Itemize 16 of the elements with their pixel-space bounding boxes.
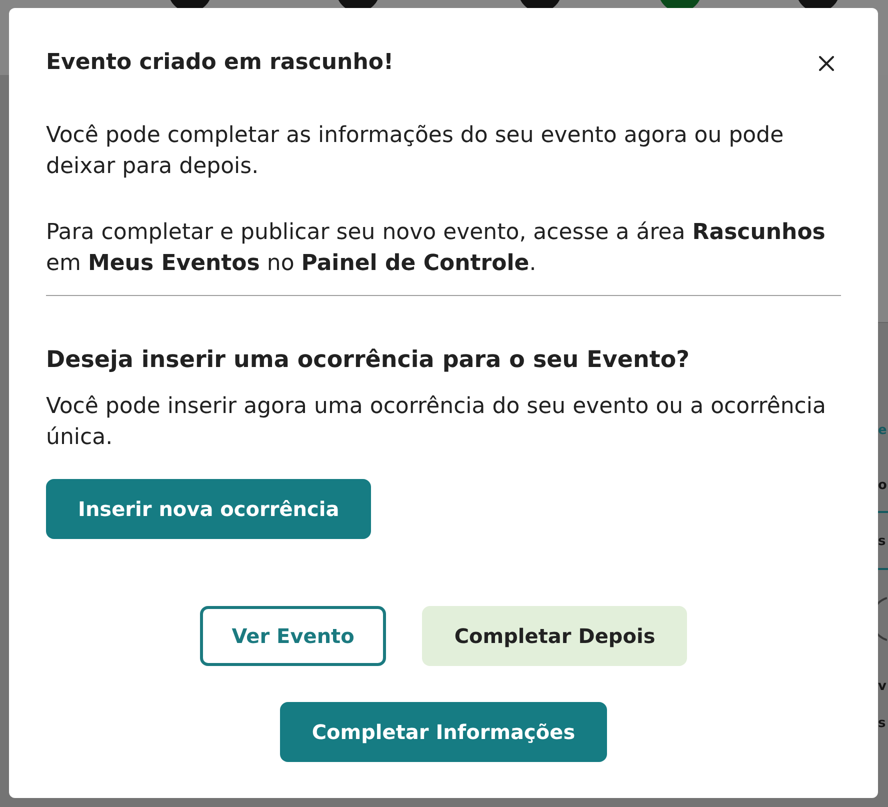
close-icon [818,56,834,70]
dialog-message: Para completar e publicar seu novo evento, acesse a área Rascunhos em Meus Eventos no Painel de Controle. [46,219,826,278]
insert-occurrence-button[interactable]: Inserir nova ocorrência [46,479,372,539]
background-text: s [878,715,886,733]
dialog-message: Você pode completar as informações do seu evento agora ou pode deixar para depois. [46,122,785,181]
action-button[interactable]: Completar Informações [280,702,608,762]
background-text: v [878,678,886,696]
action-button[interactable]: Completar Depois [422,606,688,666]
section-heading: Deseja inserir uma ocorrência para o seu Evento? [46,346,690,375]
section-text: Você pode inserir agora uma ocorrência do seu evento ou a ocorrência única. [46,393,828,452]
action-button[interactable]: Ver Evento [200,606,386,666]
circle-outline-icon [878,597,887,641]
background-text: s [878,533,886,551]
background-text: e [878,422,887,440]
background-text: o [878,477,887,495]
dialog-title: Evento criado em rascunho! [46,49,394,77]
